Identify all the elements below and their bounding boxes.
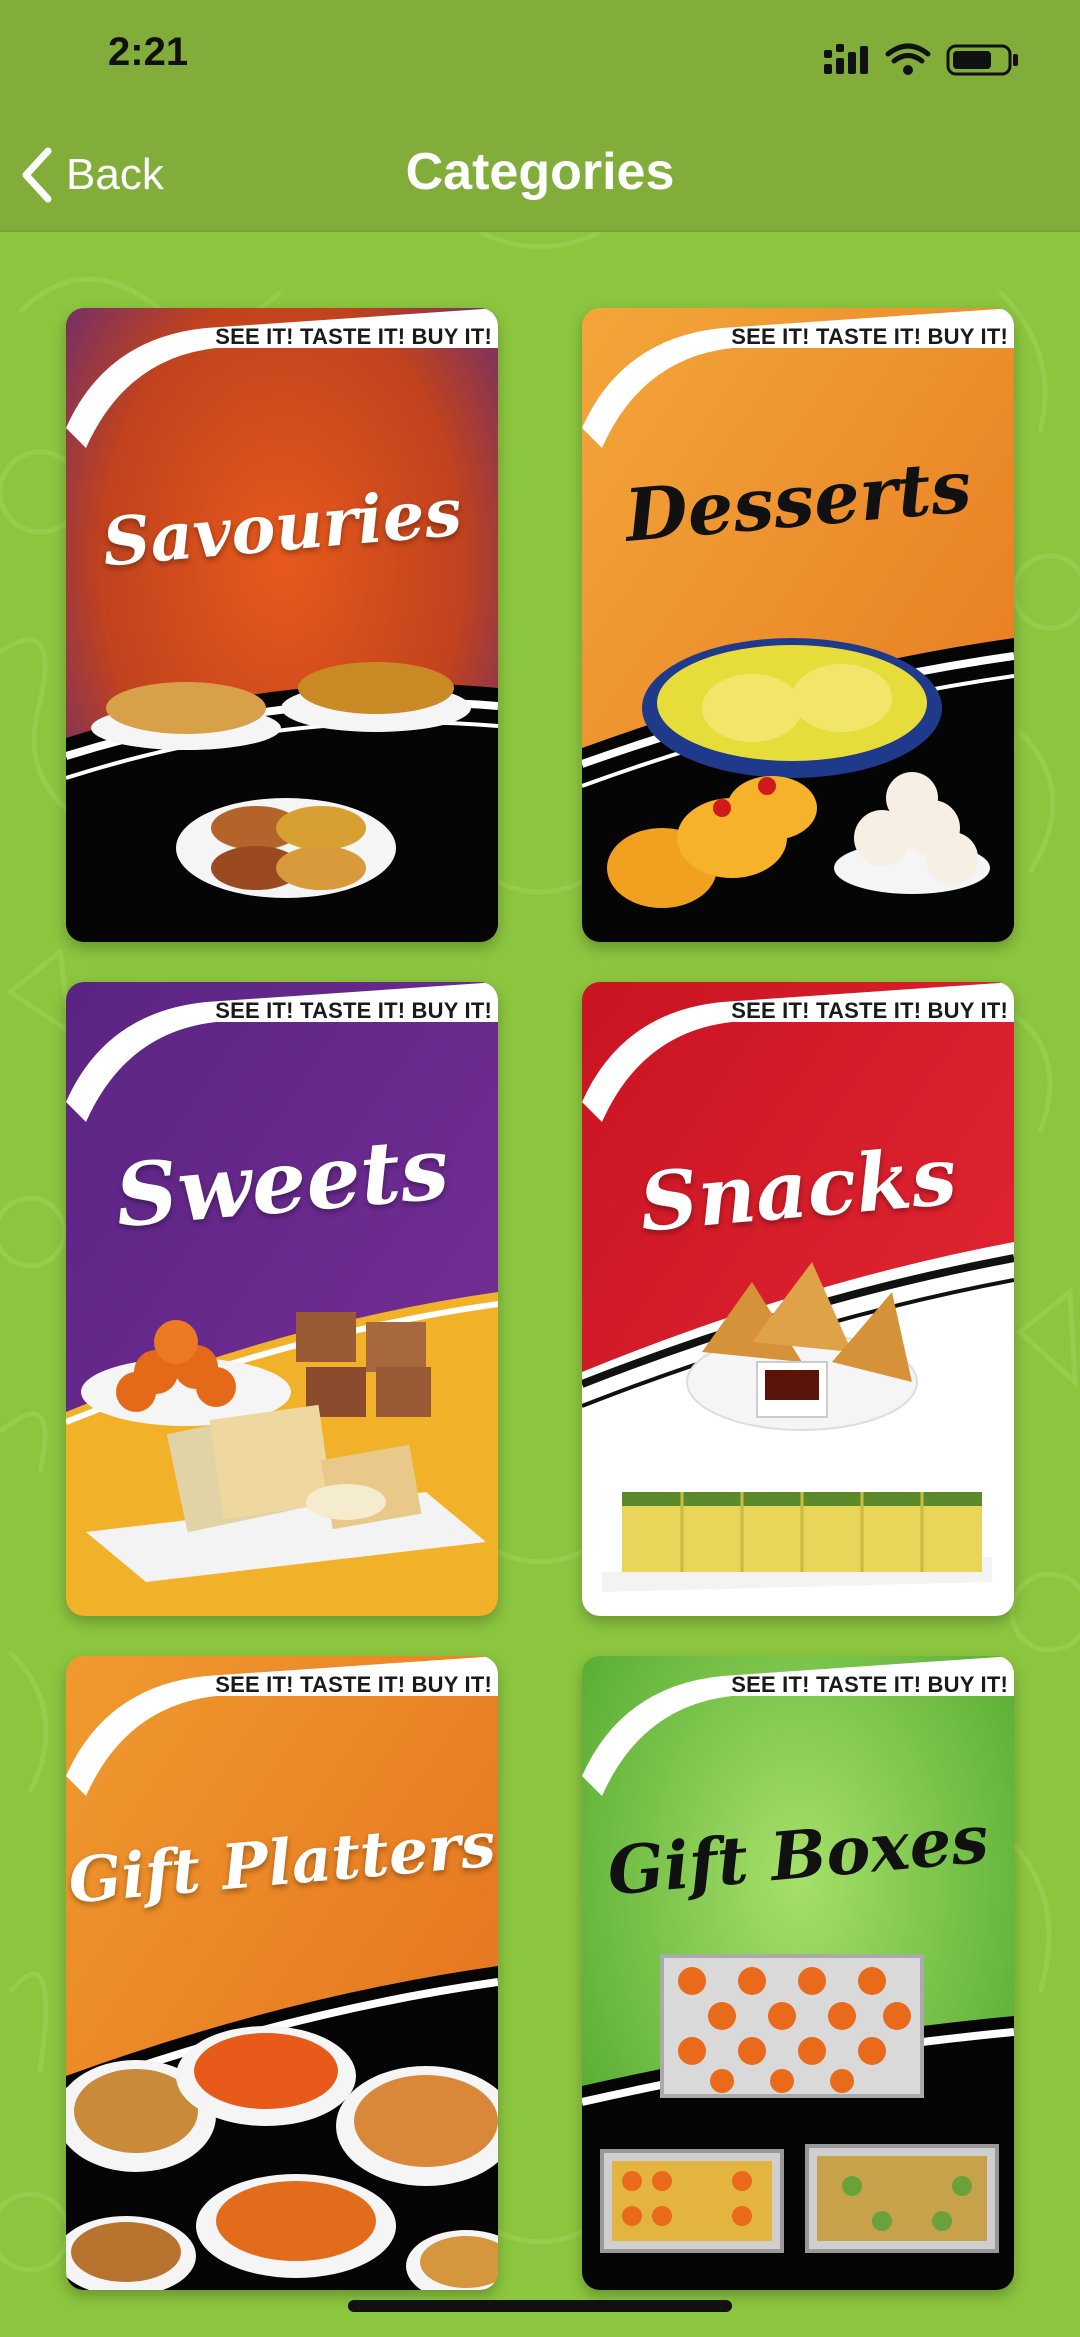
category-card-snacks[interactable]: SEE IT! TASTE IT! BUY IT! Snacks — [582, 982, 1014, 1616]
savouries-banner-image — [66, 308, 498, 942]
card-tagline: SEE IT! TASTE IT! BUY IT! — [731, 998, 1008, 1023]
category-card-desserts[interactable]: SEE IT! TASTE IT! BUY IT! Desserts — [582, 308, 1014, 942]
status-bar: 2:21 — [0, 0, 1080, 120]
category-card-gift-platters[interactable]: SEE IT! TASTE IT! BUY IT! Gift Platters — [66, 1656, 498, 2290]
gift-boxes-banner-image — [582, 1656, 1014, 2290]
category-grid: SEE IT! TASTE IT! BUY IT! Savouries SEE … — [0, 232, 1080, 2337]
sweets-banner-image — [66, 982, 498, 1616]
card-tagline: SEE IT! TASTE IT! BUY IT! — [215, 1672, 492, 1697]
gift-platters-banner-image — [66, 1656, 498, 2290]
page-title: Categories — [405, 143, 675, 201]
card-tagline: SEE IT! TASTE IT! BUY IT! — [215, 324, 492, 349]
categories-content[interactable]: SEE IT! TASTE IT! BUY IT! Savouries SEE … — [0, 232, 1080, 2337]
status-icons — [824, 43, 1018, 76]
category-card-savouries[interactable]: SEE IT! TASTE IT! BUY IT! Savouries — [66, 308, 498, 942]
card-tagline: SEE IT! TASTE IT! BUY IT! — [215, 998, 492, 1023]
navigation-bar: Back Categories — [0, 120, 1080, 232]
cellular-signal-icon — [824, 44, 868, 74]
category-card-sweets[interactable]: SEE IT! TASTE IT! BUY IT! Sweets — [66, 982, 498, 1616]
snacks-banner-image — [582, 982, 1014, 1616]
wifi-icon — [885, 43, 931, 75]
battery-icon — [946, 44, 1018, 76]
status-time: 2:21 — [108, 30, 189, 74]
card-tagline: SEE IT! TASTE IT! BUY IT! — [731, 1672, 1008, 1697]
home-indicator[interactable] — [348, 2300, 732, 2312]
card-tagline: SEE IT! TASTE IT! BUY IT! — [731, 324, 1008, 349]
desserts-banner-image — [582, 308, 1014, 942]
category-card-gift-boxes[interactable]: SEE IT! TASTE IT! BUY IT! Gift Boxes — [582, 1656, 1014, 2290]
